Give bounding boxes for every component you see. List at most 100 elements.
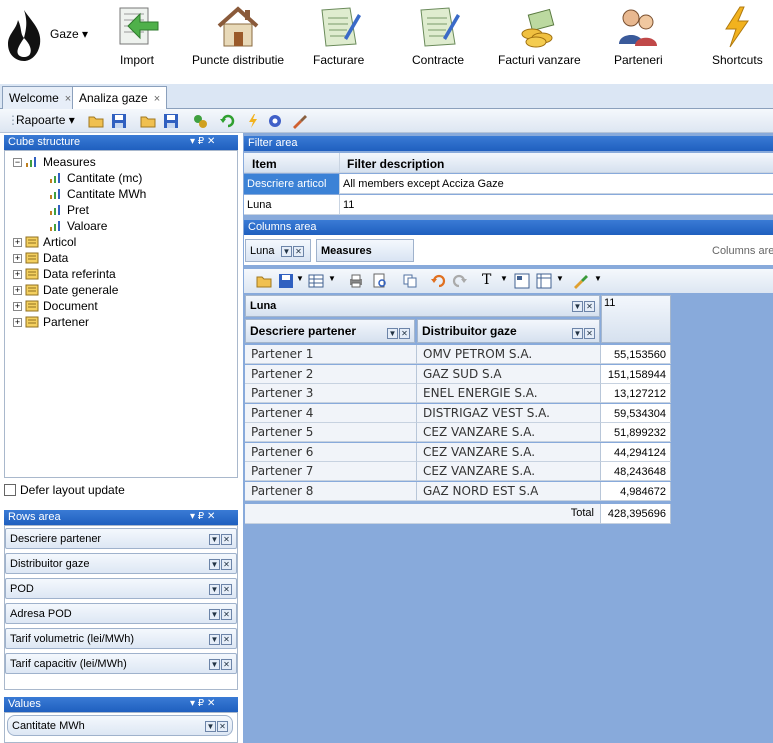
row-partener-cell[interactable]: Partener 5 <box>245 423 417 442</box>
open-folder-icon[interactable] <box>88 113 104 129</box>
column-header-luna[interactable]: Luna ▼ ✕ <box>245 295 600 317</box>
row-distribuitor-cell[interactable]: CEZ VANZARE S.A. <box>417 423 601 442</box>
clear-brush-icon[interactable] <box>291 113 307 129</box>
row-partener-cell[interactable]: Partener 1 <box>245 345 417 364</box>
open-folder-icon[interactable] <box>256 273 272 289</box>
row-field-chip[interactable]: Distribuitor gaze ▼ ✕ <box>5 553 237 574</box>
tree-node-dimension[interactable]: + Data <box>13 251 68 267</box>
expand-icon[interactable]: + <box>13 254 22 263</box>
tree-measure[interactable]: Pret <box>49 203 89 219</box>
row-distribuitor-cell[interactable]: DISTRIGAZ VEST S.A. <box>417 404 601 423</box>
row-value-cell[interactable]: 55,153560 <box>601 345 671 364</box>
expand-icon[interactable]: + <box>13 286 22 295</box>
row-value-cell[interactable]: 4,984672 <box>601 482 671 501</box>
lightning-icon[interactable] <box>245 113 261 129</box>
tree-node-dimension[interactable]: + Partener <box>13 315 89 331</box>
value-field-chip[interactable]: Cantitate MWh ▼ ✕ <box>7 715 233 736</box>
tab-welcome[interactable]: Welcome × <box>2 86 79 109</box>
remove-field-icon[interactable]: ✕ <box>221 584 232 595</box>
text-format-dropdown-arrow[interactable]: ▼ <box>500 274 508 283</box>
remove-field-icon[interactable]: ✕ <box>399 328 410 339</box>
rapoarte-dropdown[interactable]: Rapoarte ▾ <box>16 113 75 127</box>
filter-dropdown-icon[interactable]: ▼ <box>209 634 220 645</box>
tree-measure[interactable]: Valoare <box>49 219 107 235</box>
column-field-chip-measures[interactable]: Measures <box>316 239 414 262</box>
row-field-chip[interactable]: Tarif volumetric (lei/MWh) ▼ ✕ <box>5 628 237 649</box>
copy-icon[interactable] <box>402 273 418 289</box>
close-tab-analiza-icon[interactable]: × <box>154 93 160 105</box>
save-icon[interactable] <box>278 273 294 289</box>
tree-node-dimension[interactable]: + Articol <box>13 235 76 251</box>
row-field-chip[interactable]: Descriere partener ▼ ✕ <box>5 528 237 549</box>
shortcuts-button[interactable]: Shortcuts <box>712 4 763 67</box>
row-value-cell[interactable]: 51,899232 <box>601 423 671 442</box>
row-partener-cell[interactable]: Partener 2 <box>245 365 417 384</box>
row-distribuitor-cell[interactable]: GAZ SUD S.A <box>417 365 601 384</box>
row-partener-cell[interactable]: Partener 3 <box>245 384 417 403</box>
export-grid-icon[interactable] <box>308 273 324 289</box>
refresh-data-icon[interactable] <box>192 113 208 129</box>
remove-field-icon[interactable]: ✕ <box>217 721 228 732</box>
values-area-controls[interactable]: ▾ ₽ ✕ <box>190 698 215 709</box>
remove-field-icon[interactable]: ✕ <box>221 659 232 670</box>
row-value-cell[interactable]: 151,158944 <box>601 365 671 384</box>
remove-field-icon[interactable]: ✕ <box>221 559 232 570</box>
tree-measure[interactable]: Cantitate MWh <box>49 187 146 203</box>
filter-dropdown-icon[interactable]: ▼ <box>209 609 220 620</box>
tree-node-dimension[interactable]: + Date generale <box>13 283 118 299</box>
format-brush-dropdown-arrow[interactable]: ▼ <box>594 274 602 283</box>
row-field-chip[interactable]: Adresa POD ▼ ✕ <box>5 603 237 624</box>
layout-icon[interactable] <box>514 273 530 289</box>
redo-icon[interactable] <box>452 273 468 289</box>
collapse-icon[interactable]: − <box>13 158 22 167</box>
print-preview-icon[interactable] <box>372 273 388 289</box>
row-value-cell[interactable]: 44,294124 <box>601 443 671 462</box>
tab-analiza-gaze[interactable]: Analiza gaze × <box>72 86 168 110</box>
text-format-icon[interactable]: T <box>482 272 491 288</box>
filter-dropdown-icon[interactable]: ▼ <box>209 659 220 670</box>
row-header-distribuitor-gaze[interactable]: Distribuitor gaze ▼ ✕ <box>417 319 600 343</box>
open-folder-icon[interactable] <box>140 113 156 129</box>
save-icon[interactable] <box>163 113 179 129</box>
tree-node-measures[interactable]: − Measures <box>13 155 96 171</box>
print-icon[interactable] <box>348 273 364 289</box>
column-field-chip-luna[interactable]: Luna ▼ ✕ <box>245 239 311 262</box>
expand-icon[interactable]: + <box>13 302 22 311</box>
filter-dropdown-icon[interactable]: ▼ <box>209 584 220 595</box>
row-value-cell[interactable]: 48,243648 <box>601 462 671 481</box>
row-partener-cell[interactable]: Partener 7 <box>245 462 417 481</box>
filter-dropdown-icon[interactable]: ▼ <box>209 534 220 545</box>
format-brush-icon[interactable] <box>572 273 588 289</box>
row-distribuitor-cell[interactable]: ENEL ENERGIE S.A. <box>417 384 601 403</box>
filter-dropdown-icon[interactable]: ▼ <box>209 559 220 570</box>
row-header-descriere-partener[interactable]: Descriere partener ▼ ✕ <box>245 319 415 343</box>
rows-area-controls[interactable]: ▾ ₽ ✕ <box>190 511 215 522</box>
row-value-cell[interactable]: 13,127212 <box>601 384 671 403</box>
save-dropdown-arrow[interactable]: ▼ <box>296 274 304 283</box>
remove-field-icon[interactable]: ✕ <box>221 534 232 545</box>
remove-field-icon[interactable]: ✕ <box>221 609 232 620</box>
filter-dropdown-icon[interactable]: ▼ <box>281 246 292 257</box>
settings-gear-icon[interactable] <box>267 113 283 129</box>
contracte-button[interactable]: Contracte <box>412 4 464 67</box>
facturare-button[interactable]: Facturare <box>313 4 364 67</box>
row-distribuitor-cell[interactable]: CEZ VANZARE S.A. <box>417 443 601 462</box>
remove-field-icon[interactable]: ✕ <box>293 246 304 257</box>
defer-layout-checkbox[interactable]: Defer layout update <box>4 483 125 497</box>
filter-dropdown-icon[interactable]: ▼ <box>205 721 216 732</box>
grid-layout-icon[interactable] <box>536 273 552 289</box>
undo-icon[interactable] <box>220 113 236 129</box>
row-partener-cell[interactable]: Partener 6 <box>245 443 417 462</box>
row-partener-cell[interactable]: Partener 4 <box>245 404 417 423</box>
row-distribuitor-cell[interactable]: OMV PETROM S.A. <box>417 345 601 364</box>
filter-row[interactable]: Luna 11 <box>244 195 773 215</box>
save-icon[interactable] <box>111 113 127 129</box>
flame-logo-icon[interactable] <box>4 8 44 62</box>
filter-dropdown-icon[interactable]: ▼ <box>572 328 583 339</box>
close-tab-welcome-icon[interactable]: × <box>65 93 71 105</box>
remove-field-icon[interactable]: ✕ <box>221 634 232 645</box>
puncte-distributie-button[interactable]: Puncte distributie <box>192 4 284 67</box>
parteneri-button[interactable]: Parteneri <box>614 4 663 67</box>
cube-structure-controls[interactable]: ▾ ₽ ✕ <box>190 136 215 147</box>
tree-node-dimension[interactable]: + Data referinta <box>13 267 116 283</box>
